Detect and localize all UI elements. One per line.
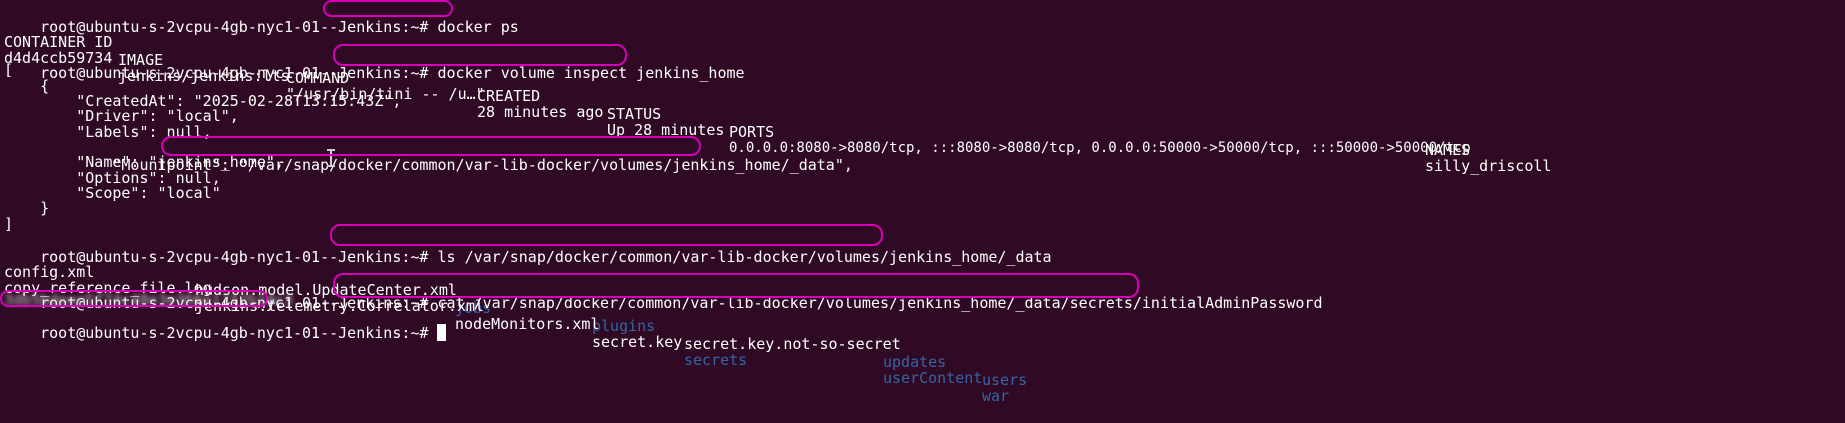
mouse-ibeam-icon — [327, 149, 335, 167]
ps-cell: silly_driscoll — [1425, 157, 1552, 175]
prompt-text: root@ubuntu-s-2vcpu-4gb-nyc1-01--Jenkins… — [40, 324, 429, 342]
mountpoint-path: "/var/snap/docker/common/var-lib-docker/… — [229, 156, 853, 174]
prompt-line-ls: root@ubuntu-s-2vcpu-4gb-nyc1-01--Jenkins… — [4, 230, 1051, 266]
prompt-line-docker-ps: root@ubuntu-s-2vcpu-4gb-nyc1-01--Jenkins… — [4, 0, 519, 36]
command-text: docker ps — [428, 18, 519, 36]
prompt-text: root@ubuntu-s-2vcpu-4gb-nyc1-01--Jenkins… — [40, 248, 429, 266]
terminal-window[interactable]: root@ubuntu-s-2vcpu-4gb-nyc1-01--Jenkins… — [0, 0, 1845, 419]
ls-entry-directory: war — [982, 387, 1010, 405]
ps-cell: 28 minutes ago — [477, 103, 604, 121]
command-text: docker volume inspect jenkins_home — [428, 64, 745, 82]
ls-entry: secret.key — [592, 333, 683, 351]
ls-entry-directory: userContent — [883, 369, 983, 387]
prompt-line-current[interactable]: root@ubuntu-s-2vcpu-4gb-nyc1-01--Jenkins… — [4, 306, 447, 342]
ls-entry-directory: secrets — [684, 351, 748, 369]
command-text: ls /var/snap/docker/common/var-lib-docke… — [428, 248, 1052, 266]
ps-cell: Up 28 minutes — [607, 121, 725, 139]
prompt-text: root@ubuntu-s-2vcpu-4gb-nyc1-01--Jenkins… — [40, 64, 429, 82]
text-cursor — [437, 324, 447, 341]
command-text: cat /var/snap/docker/common/var-lib-dock… — [428, 294, 1323, 312]
prompt-line-volume-inspect: root@ubuntu-s-2vcpu-4gb-nyc1-01--Jenkins… — [4, 46, 744, 82]
ls-entry: nodeMonitors.xml — [455, 315, 600, 333]
